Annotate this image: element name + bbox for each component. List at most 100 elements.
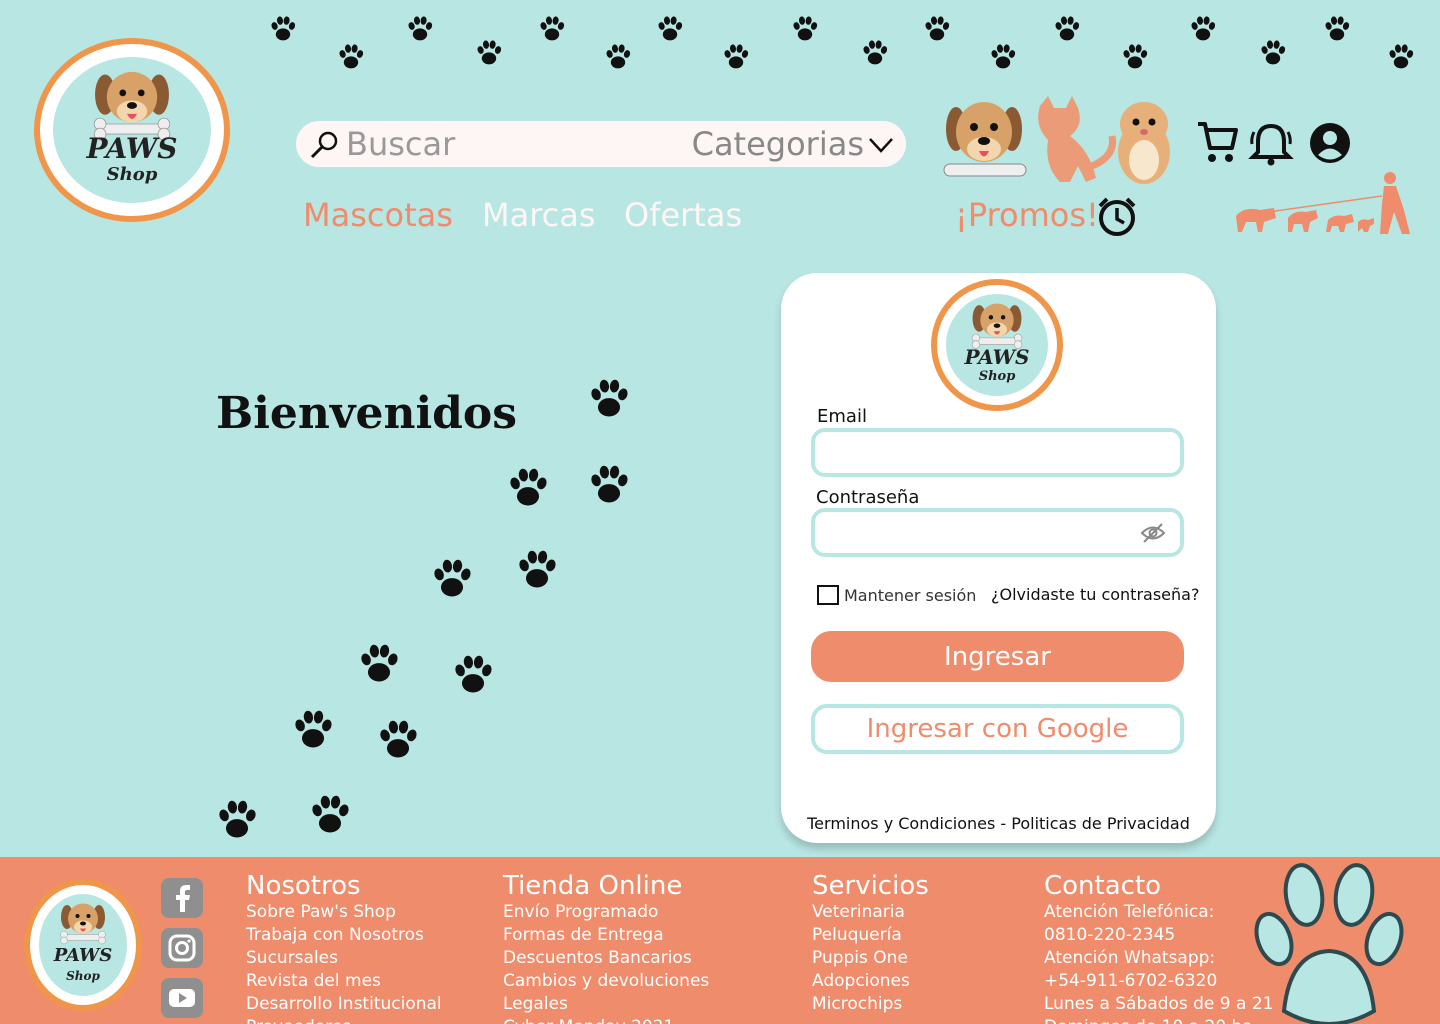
- search-input[interactable]: [346, 125, 676, 163]
- footer-text: Lunes a Sábados de 9 a 21: [1044, 994, 1274, 1014]
- footer-col-nosotros: Nosotros Sobre Paw's Shop Trabaja con No…: [246, 871, 442, 1024]
- paw-print-icon: [1188, 14, 1218, 44]
- footer-text: Domingos de 10 a 20 hs: [1044, 1016, 1273, 1024]
- footer-col-title: Tienda Online: [503, 871, 683, 901]
- footer-link[interactable]: Microchips: [812, 993, 929, 1016]
- keep-session-label: Mantener sesión: [844, 586, 977, 605]
- footer-link[interactable]: Envío Programado: [503, 901, 709, 924]
- paw-print-icon: [405, 14, 435, 44]
- paw-print-icon: [1120, 42, 1150, 72]
- footer-link[interactable]: Revista del mes: [246, 970, 442, 993]
- instagram-icon[interactable]: [161, 928, 203, 968]
- paw-print-icon: [336, 42, 366, 72]
- footer-col-title: Servicios: [812, 871, 929, 901]
- forgot-password-link[interactable]: ¿Olvidaste tu contraseña?: [991, 585, 1199, 604]
- dog-walker-illustration: [1236, 172, 1410, 234]
- brand-name: PAWS: [964, 345, 1030, 369]
- paw-print-icon: [1322, 14, 1352, 44]
- eye-off-icon[interactable]: [1140, 522, 1166, 544]
- alarm-clock-icon: [1098, 197, 1136, 236]
- paw-print-icon: [1258, 38, 1288, 68]
- chevron-down-icon[interactable]: [868, 135, 894, 155]
- paw-print-icon: [790, 14, 820, 44]
- paw-print-icon: [429, 556, 475, 602]
- paw-print-icon: [450, 652, 496, 698]
- footer-col-title: Nosotros: [246, 871, 361, 901]
- paw-print-icon: [586, 376, 632, 422]
- nav-mascotas[interactable]: Mascotas: [303, 196, 453, 234]
- dog-icon: [90, 65, 174, 141]
- paw-print-icon: [474, 38, 504, 68]
- paw-print-icon: [860, 38, 890, 68]
- footer-link[interactable]: Sucursales: [246, 947, 442, 970]
- welcome-title: Bienvenidos: [216, 388, 518, 439]
- paw-print-icon: [603, 42, 633, 72]
- footer-link[interactable]: Formas de Entrega: [503, 924, 709, 947]
- footer-col-servicios: Servicios Veterinaria Peluquería Puppis …: [812, 871, 929, 1016]
- paw-print-icon: [655, 14, 685, 44]
- brand-subname: Shop: [66, 969, 100, 983]
- bell-icon[interactable]: [1248, 120, 1294, 166]
- paw-print-icon: [514, 547, 560, 593]
- cart-icon[interactable]: [1196, 120, 1238, 164]
- brand-subname: Shop: [106, 164, 158, 185]
- paw-print-icon: [988, 42, 1018, 72]
- email-field-box: [811, 428, 1184, 477]
- login-button[interactable]: Ingresar: [811, 631, 1184, 682]
- paw-print-icon: [375, 717, 421, 763]
- footer-link[interactable]: Desarrollo Institucional: [246, 993, 442, 1016]
- legal-links[interactable]: Terminos y Condiciones - Politicas de Pr…: [781, 814, 1216, 833]
- footer: PAWS Shop Nosotros Sobre Paw's Shop Trab…: [0, 857, 1440, 1024]
- nav-ofertas[interactable]: Ofertas: [624, 196, 742, 234]
- brand-name: PAWS: [86, 132, 178, 165]
- footer-link[interactable]: Adopciones: [812, 970, 929, 993]
- footer-text: Atención Telefónica:: [1044, 902, 1215, 922]
- paw-print-icon: [505, 465, 551, 511]
- paw-outline-icon: [1254, 863, 1404, 1024]
- password-field[interactable]: [815, 512, 1180, 553]
- footer-text: Atención Whatsapp:: [1044, 948, 1216, 968]
- password-label: Contraseña: [816, 487, 920, 508]
- dog-icon: [58, 899, 108, 945]
- nav-promos[interactable]: ¡Promos!: [955, 196, 1099, 234]
- email-label: Email: [817, 406, 867, 427]
- nav-marcas[interactable]: Marcas: [482, 196, 596, 234]
- categories-dropdown[interactable]: Categorias: [692, 125, 864, 163]
- footer-logo[interactable]: PAWS Shop: [24, 879, 142, 1011]
- password-field-box: [811, 508, 1184, 557]
- footer-link[interactable]: Trabaja con Nosotros: [246, 924, 442, 947]
- footer-link[interactable]: Proveedores: [246, 1016, 442, 1024]
- paw-print-icon: [290, 707, 336, 753]
- paw-print-icon: [1386, 42, 1416, 72]
- facebook-icon[interactable]: [161, 878, 203, 918]
- paw-print-icon: [537, 14, 567, 44]
- brand-logo[interactable]: PAWS Shop: [34, 38, 230, 222]
- footer-whatsapp[interactable]: +54-911-6702-6320: [1044, 970, 1273, 993]
- footer-col-title: Contacto: [1044, 871, 1162, 901]
- user-icon[interactable]: [1309, 122, 1351, 164]
- footer-link[interactable]: Descuentos Bancarios: [503, 947, 709, 970]
- youtube-icon[interactable]: [161, 978, 203, 1018]
- paw-print-icon: [1052, 14, 1082, 44]
- footer-link[interactable]: Cambios y devoluciones: [503, 970, 709, 993]
- footer-link[interactable]: Peluquería: [812, 924, 929, 947]
- dog-icon: [969, 299, 1025, 349]
- paw-print-icon: [586, 462, 632, 508]
- paw-print-icon: [268, 14, 298, 44]
- paw-print-icon: [307, 792, 353, 838]
- footer-link[interactable]: Veterinaria: [812, 901, 929, 924]
- search-icon[interactable]: [308, 129, 340, 161]
- keep-session-checkbox[interactable]: [817, 585, 839, 605]
- email-field[interactable]: [815, 432, 1180, 473]
- paw-print-icon: [721, 42, 751, 72]
- footer-link[interactable]: Sobre Paw's Shop: [246, 901, 442, 924]
- footer-link[interactable]: Cyber Monday 2021: [503, 1016, 709, 1024]
- brand-name: PAWS: [53, 945, 113, 966]
- footer-link[interactable]: Legales: [503, 993, 709, 1016]
- footer-phone[interactable]: 0810-220-2345: [1044, 924, 1273, 947]
- google-login-button[interactable]: Ingresar con Google: [811, 704, 1184, 754]
- login-card: PAWS Shop Email Contraseña Mantener sesi…: [781, 273, 1216, 843]
- footer-col-contacto: Contacto Atención Telefónica: 0810-220-2…: [1044, 871, 1273, 1024]
- footer-link[interactable]: Puppis One: [812, 947, 929, 970]
- paw-print-icon: [214, 797, 260, 843]
